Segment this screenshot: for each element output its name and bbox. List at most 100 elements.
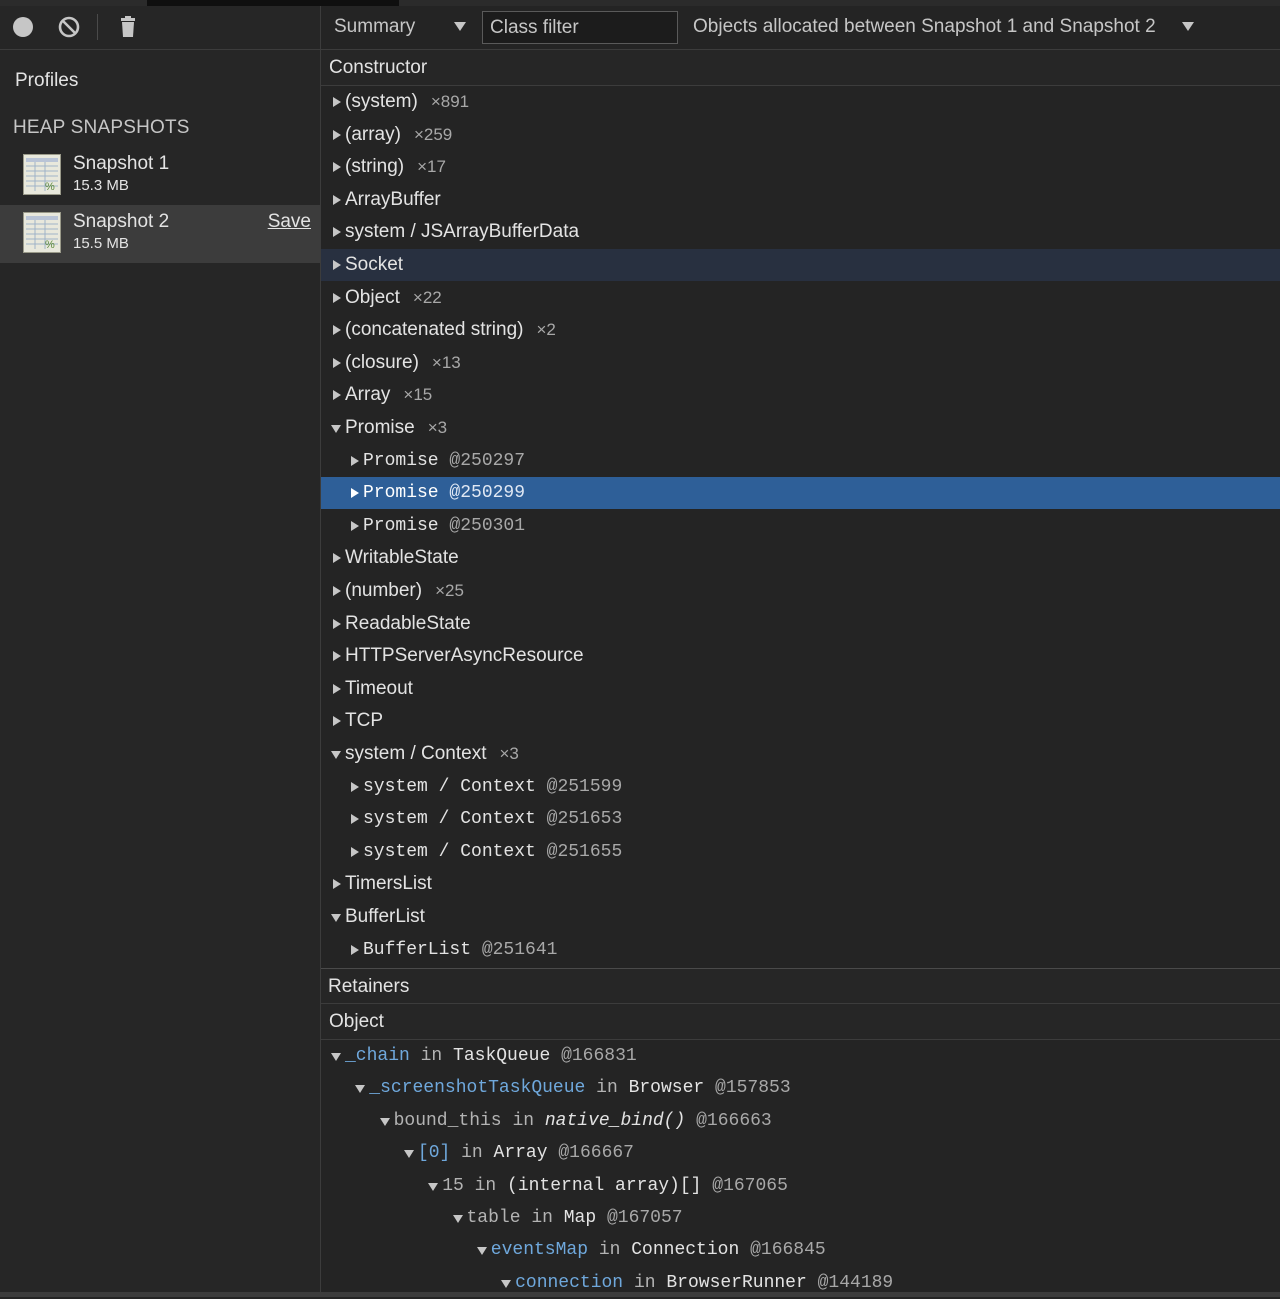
collapsed-triangle-icon[interactable]	[333, 292, 341, 303]
constructor-name: WritableState	[345, 547, 459, 569]
collapsed-triangle-icon[interactable]	[333, 390, 341, 401]
instance-name: Promise	[363, 450, 450, 471]
snapshot-item-1[interactable]: % Snapshot 1 15.3 MB	[0, 147, 320, 205]
instance-row[interactable]: system / Context @251653	[321, 803, 1280, 835]
expanded-triangle-icon[interactable]	[476, 1247, 487, 1256]
retainer-in: in	[596, 1078, 618, 1099]
retainer-row[interactable]: _screenshotTaskQueue in Browser @157853	[321, 1072, 1280, 1104]
constructor-row[interactable]: Promise ×3	[321, 412, 1280, 444]
constructor-row[interactable]: Socket	[321, 249, 1280, 281]
constructor-row[interactable]: (array) ×259	[321, 119, 1280, 151]
expanded-triangle-icon[interactable]	[331, 1053, 341, 1061]
collapsed-triangle-icon[interactable]	[333, 357, 341, 368]
constructor-row[interactable]: (closure) ×13	[321, 347, 1280, 379]
chevron-down-icon[interactable]	[454, 22, 466, 31]
expanded-triangle-icon[interactable]	[428, 1182, 439, 1191]
collapsed-triangle-icon[interactable]	[333, 260, 341, 270]
expanded-triangle-icon[interactable]	[331, 751, 341, 759]
constructor-row[interactable]: ArrayBuffer	[321, 184, 1280, 216]
retainer-owner: TaskQueue	[453, 1046, 551, 1066]
object-id: @166845	[750, 1240, 826, 1261]
retainer-row[interactable]: table in Map @167057	[321, 1202, 1280, 1234]
expanded-triangle-icon[interactable]	[331, 914, 341, 922]
constructor-label: TCP	[345, 705, 383, 737]
constructor-column-header[interactable]: Constructor	[321, 50, 1280, 86]
instance-count: ×15	[403, 385, 433, 405]
collapsed-triangle-icon[interactable]	[333, 716, 341, 727]
collapsed-triangle-icon[interactable]	[351, 781, 359, 792]
retainer-row[interactable]: [0] in Array @166667	[321, 1137, 1280, 1169]
instance-row[interactable]: Promise @250299	[321, 477, 1280, 510]
collapsed-triangle-icon[interactable]	[333, 618, 341, 629]
collapsed-triangle-icon[interactable]	[333, 651, 341, 662]
constructor-row[interactable]: system / Context ×3	[321, 738, 1280, 770]
constructor-row[interactable]: TCP	[321, 705, 1280, 737]
collapsed-triangle-icon[interactable]	[351, 455, 359, 466]
collapsed-triangle-icon[interactable]	[351, 520, 359, 531]
instance-name: Promise	[363, 483, 450, 504]
constructor-row[interactable]: TimersList	[321, 868, 1280, 900]
collapsed-triangle-icon[interactable]	[333, 325, 341, 336]
constructor-row[interactable]: Timeout	[321, 673, 1280, 705]
constructor-row[interactable]: Array ×15	[321, 379, 1280, 411]
retainer-row[interactable]: 15 in (internal array)[] @167065	[321, 1170, 1280, 1202]
collapsed-triangle-icon[interactable]	[333, 586, 341, 596]
collapsed-triangle-icon[interactable]	[351, 944, 359, 955]
retainer-row[interactable]: eventsMap in Connection @166845	[321, 1234, 1280, 1266]
collapsed-triangle-icon[interactable]	[333, 194, 341, 205]
collapsed-triangle-icon[interactable]	[333, 879, 341, 890]
collapsed-triangle-icon[interactable]	[351, 814, 359, 825]
chevron-down-icon[interactable]	[1182, 22, 1194, 31]
constructor-name: system / Context	[345, 743, 487, 764]
expanded-triangle-icon[interactable]	[355, 1085, 366, 1094]
constructor-row[interactable]: HTTPServerAsyncResource	[321, 640, 1280, 672]
object-id: @166667	[558, 1143, 634, 1164]
snapshot-icon: %	[23, 212, 61, 253]
snapshot-size: 15.5 MB	[73, 235, 129, 252]
constructor-row[interactable]: (system) ×891	[321, 86, 1280, 118]
constructor-row[interactable]: WritableState	[321, 542, 1280, 574]
instance-row[interactable]: system / Context @251655	[321, 836, 1280, 868]
constructor-row[interactable]: BufferList	[321, 901, 1280, 933]
expanded-triangle-icon[interactable]	[501, 1279, 512, 1288]
expanded-triangle-icon[interactable]	[452, 1215, 463, 1223]
retainer-row[interactable]: _chain in TaskQueue @166831	[321, 1040, 1280, 1072]
trash-icon[interactable]	[116, 15, 140, 39]
collapsed-triangle-icon[interactable]	[333, 97, 341, 107]
constructor-row[interactable]: (number) ×25	[321, 575, 1280, 607]
constructor-row[interactable]: (concatenated string) ×2	[321, 314, 1280, 346]
instance-row[interactable]: Promise @250297	[321, 445, 1280, 477]
object-id: @250301	[449, 515, 526, 536]
collapsed-triangle-icon[interactable]	[333, 227, 341, 238]
constructor-row[interactable]: (string) ×17	[321, 151, 1280, 183]
retainer-in: in	[461, 1143, 483, 1164]
clear-icon[interactable]	[57, 15, 81, 39]
collapsed-triangle-icon[interactable]	[333, 683, 341, 694]
expanded-triangle-icon[interactable]	[379, 1117, 390, 1126]
constructor-row[interactable]: Object ×22	[321, 282, 1280, 314]
retainer-row[interactable]: bound_this in native_bind() @166663	[321, 1105, 1280, 1137]
view-select[interactable]: Summary	[334, 16, 415, 38]
instance-count: ×3	[499, 744, 519, 763]
range-select[interactable]: Objects allocated between Snapshot 1 and…	[693, 16, 1156, 38]
collapsed-triangle-icon[interactable]	[351, 846, 359, 857]
object-column-header[interactable]: Object	[321, 1004, 1280, 1040]
collapsed-triangle-icon[interactable]	[333, 553, 341, 564]
constructor-label: (string) ×17	[345, 151, 446, 183]
constructor-label: (concatenated string) ×2	[345, 314, 556, 346]
snapshot-item-2[interactable]: % Snapshot 2 15.5 MB Save	[0, 205, 320, 263]
instance-row[interactable]: BufferList @251641	[321, 934, 1280, 966]
collapsed-triangle-icon[interactable]	[333, 162, 341, 173]
instance-row[interactable]: system / Context @251599	[321, 771, 1280, 803]
constructor-row[interactable]: system / JSArrayBufferData	[321, 216, 1280, 248]
instance-row[interactable]: Promise @250301	[321, 510, 1280, 542]
collapsed-triangle-icon[interactable]	[351, 488, 359, 499]
constructor-name: HTTPServerAsyncResource	[345, 645, 584, 667]
collapsed-triangle-icon[interactable]	[333, 129, 341, 140]
constructor-row[interactable]: ReadableState	[321, 608, 1280, 640]
expanded-triangle-icon[interactable]	[403, 1150, 414, 1159]
class-filter-input[interactable]	[482, 11, 678, 44]
save-snapshot-link[interactable]: Save	[268, 211, 311, 233]
expanded-triangle-icon[interactable]	[331, 425, 341, 433]
record-icon[interactable]	[11, 15, 35, 39]
